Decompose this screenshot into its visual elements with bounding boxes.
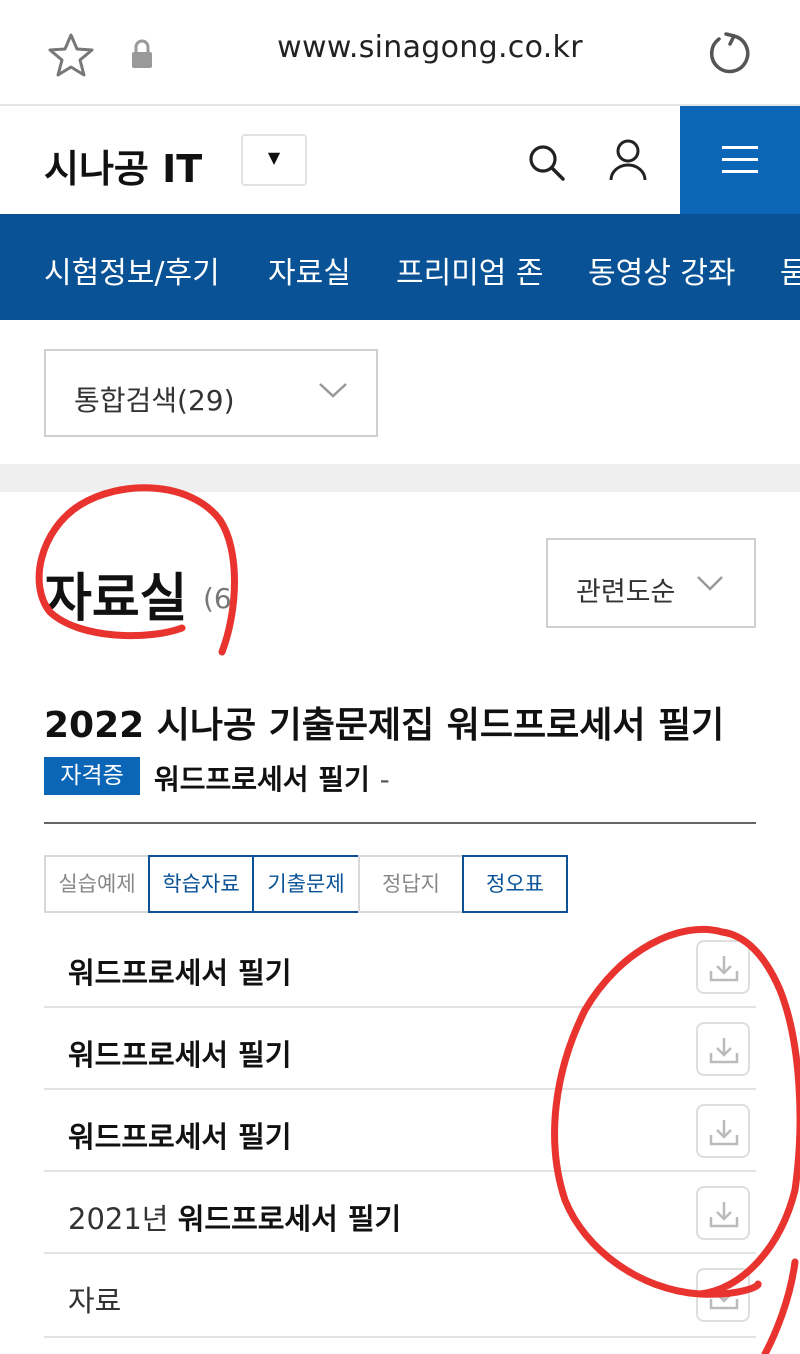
chevron-down-icon: ▼ [267, 148, 281, 167]
reload-icon[interactable] [706, 30, 752, 76]
material-name: 워드프로세서 필기 [68, 1120, 292, 1154]
list-item[interactable]: 워드프로세서 필기 [44, 926, 756, 1008]
material-title: 워드프로세서 필기 [68, 950, 292, 992]
star-icon[interactable] [48, 32, 94, 78]
chevron-down-icon [697, 576, 723, 591]
material-title: 워드프로세서 필기 [68, 1032, 292, 1074]
download-icon [709, 1284, 739, 1310]
list-item[interactable]: 워드프로세서 필기 [44, 1008, 756, 1090]
download-icon [709, 1120, 739, 1146]
section-count: (6 [203, 582, 232, 615]
download-button[interactable] [696, 1104, 750, 1158]
search-icon[interactable] [526, 142, 566, 182]
section-separator [0, 464, 800, 492]
nav-item-exam-info[interactable]: 시험정보/후기 [44, 248, 220, 292]
divider [44, 822, 756, 824]
browser-url-bar: www.sinagong.co.kr [0, 0, 800, 106]
book-subtitle-text: 워드프로세서 필기 [154, 763, 370, 796]
category-badge: 자격증 [44, 757, 140, 795]
book-subtitle: 워드프로세서 필기 - [154, 758, 390, 798]
download-button[interactable] [696, 1268, 750, 1322]
download-icon [709, 1202, 739, 1228]
material-name: 워드프로세서 필기 [177, 1202, 402, 1236]
tab-practice-examples[interactable]: 실습예제 [44, 855, 150, 913]
search-scope-select[interactable]: 통합검색(29) [44, 349, 378, 437]
download-icon [709, 1038, 739, 1064]
material-title: 자료 [68, 1278, 121, 1320]
chevron-down-icon [319, 383, 347, 398]
nav-item-video-lectures[interactable]: 동영상 강좌 [588, 248, 736, 292]
sort-select[interactable]: 관련도순 [546, 538, 756, 628]
tab-errata[interactable]: 정오표 [462, 855, 568, 913]
hamburger-menu-icon [722, 146, 758, 173]
site-header: 시나공 IT ▼ [0, 106, 800, 214]
material-name: 워드프로세서 필기 [68, 1038, 292, 1072]
book-title[interactable]: 2022 시나공 기출문제집 워드프로세서 필기 [44, 696, 724, 748]
list-item[interactable]: 2021년 워드프로세서 필기 [44, 1172, 756, 1254]
book-subtitle-suffix: - [379, 763, 390, 796]
search-scope-label: 통합검색(29) [74, 384, 235, 417]
download-button[interactable] [696, 1186, 750, 1240]
material-prefix: 2021년 [68, 1202, 169, 1236]
tab-study-materials[interactable]: 학습자료 [148, 855, 254, 913]
list-item[interactable]: 워드프로세서 필기 [44, 1090, 756, 1172]
download-icon [709, 956, 739, 982]
site-logo[interactable]: 시나공 IT [44, 138, 202, 193]
download-button[interactable] [696, 940, 750, 994]
material-prefix: 자료 [68, 1284, 122, 1318]
download-button[interactable] [696, 1022, 750, 1076]
nav-item-library[interactable]: 자료실 [268, 248, 351, 292]
nav-item-premium-zone[interactable]: 프리미엄 존 [396, 248, 544, 292]
material-title: 워드프로세서 필기 [68, 1114, 292, 1156]
sort-label: 관련도순 [576, 577, 676, 608]
material-title: 2021년 워드프로세서 필기 [68, 1196, 401, 1238]
material-name: 워드프로세서 필기 [68, 956, 292, 990]
url-text[interactable]: www.sinagong.co.kr [180, 30, 680, 65]
nav-item-qna[interactable]: 묻 [780, 248, 800, 292]
list-item[interactable]: 자료 [44, 1254, 756, 1338]
tab-past-exams[interactable]: 기출문제 [252, 855, 360, 913]
lock-icon [132, 39, 152, 68]
menu-button[interactable] [680, 106, 800, 214]
section-title: 자료실 [44, 569, 188, 629]
tab-answer-sheets[interactable]: 정답지 [358, 855, 464, 913]
user-icon[interactable] [608, 138, 648, 182]
main-nav: 시험정보/후기 자료실 프리미엄 존 동영상 강좌 묻 [0, 214, 800, 320]
site-selector-dropdown[interactable]: ▼ [241, 134, 307, 186]
